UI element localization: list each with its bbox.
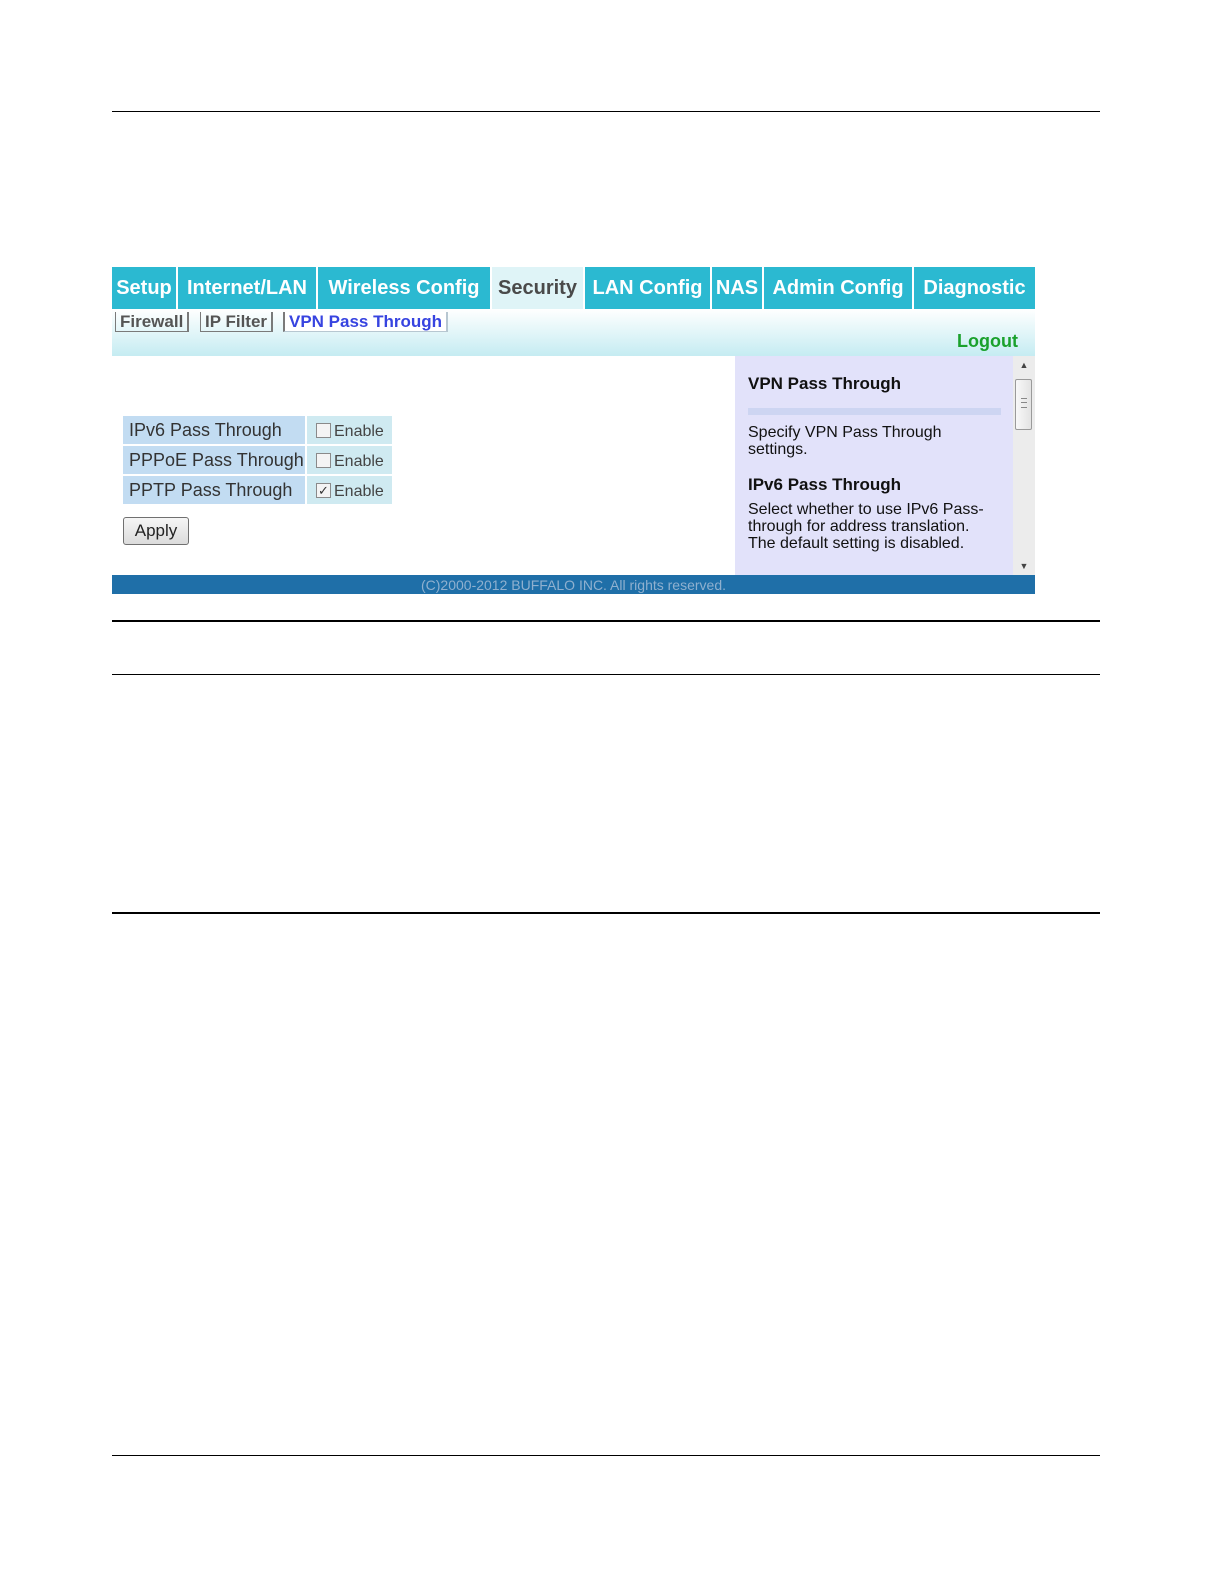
table-row: IPv6 Pass Through Enable [123, 416, 392, 444]
main-nav-tabs: Setup Internet/LAN Wireless Config Secur… [112, 267, 1035, 309]
scroll-up-arrow-icon[interactable]: ▲ [1013, 356, 1035, 374]
logout-link[interactable]: Logout [957, 331, 1018, 352]
tab-diagnostic[interactable]: Diagnostic [914, 267, 1035, 309]
tab-security[interactable]: Security [492, 267, 585, 309]
settings-panel: IPv6 Pass Through Enable PPPoE Pass Thro… [112, 356, 735, 575]
tab-internet-lan[interactable]: Internet/LAN [178, 267, 318, 309]
tab-nas[interactable]: NAS [712, 267, 764, 309]
help-section-title: IPv6 Pass Through [748, 475, 902, 494]
copyright-footer: (C)2000-2012 BUFFALO INC. All rights res… [112, 575, 1035, 594]
subtab-ip-filter[interactable]: IP Filter [200, 312, 274, 332]
pptp-pass-through-cell: ✓ Enable [307, 476, 392, 504]
tab-lan-config[interactable]: LAN Config [585, 267, 712, 309]
rule [112, 674, 1100, 675]
help-panel: VPN Pass Through Specify VPN Pass Throug… [735, 356, 1013, 575]
router-admin-screenshot: Setup Internet/LAN Wireless Config Secur… [112, 267, 1035, 594]
apply-button[interactable]: Apply [123, 517, 189, 545]
help-intro: Specify VPN Pass Through settings. [748, 424, 942, 458]
table-row: PPPoE Pass Through Enable [123, 446, 392, 474]
pppoe-pass-through-label: PPPoE Pass Through [123, 446, 305, 474]
grip-icon [1021, 398, 1027, 408]
rule [112, 620, 1100, 622]
help-divider [748, 408, 1001, 415]
pppoe-pass-through-checkbox[interactable] [316, 452, 331, 468]
scroll-down-arrow-icon[interactable]: ▼ [1013, 557, 1035, 575]
table-row: PPTP Pass Through ✓ Enable [123, 476, 392, 504]
pptp-pass-through-checkbox[interactable]: ✓ [316, 482, 331, 498]
subtab-vpn-pass-through[interactable]: VPN Pass Through [283, 312, 449, 332]
page-bottom-rule [112, 1455, 1100, 1456]
pppoe-pass-through-cell: Enable [307, 446, 392, 474]
help-title: VPN Pass Through [748, 374, 902, 393]
ipv6-pass-through-cell: Enable [307, 416, 392, 444]
help-section-text: Select whether to use IPv6 Pass-through … [748, 501, 984, 552]
enable-label: Enable [334, 452, 384, 470]
pptp-pass-through-label: PPTP Pass Through [123, 476, 305, 504]
tab-admin-config[interactable]: Admin Config [764, 267, 914, 309]
enable-label: Enable [334, 482, 384, 500]
help-scrollbar[interactable]: ▲ ▼ [1013, 356, 1035, 575]
rule [112, 912, 1100, 914]
page-top-rule [112, 111, 1100, 112]
tab-setup[interactable]: Setup [112, 267, 178, 309]
sub-nav-bar: Firewall IP Filter VPN Pass Through Logo… [112, 309, 1035, 356]
ipv6-pass-through-label: IPv6 Pass Through [123, 416, 305, 444]
ipv6-pass-through-checkbox[interactable] [316, 422, 331, 438]
tab-wireless-config[interactable]: Wireless Config [318, 267, 492, 309]
enable-label: Enable [334, 422, 384, 440]
subtab-firewall[interactable]: Firewall [115, 312, 190, 332]
scrollbar-thumb[interactable] [1015, 379, 1032, 430]
vpn-settings-table: IPv6 Pass Through Enable PPPoE Pass Thro… [123, 416, 392, 506]
